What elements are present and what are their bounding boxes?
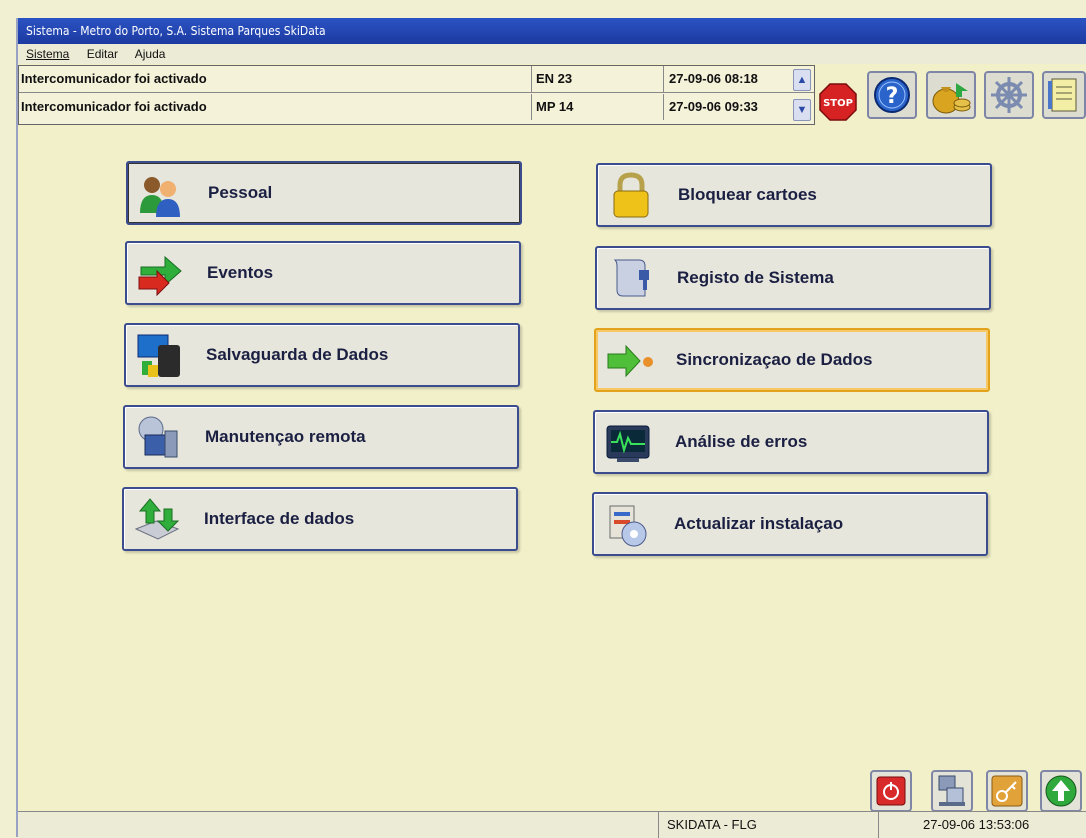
reports-button[interactable] (1042, 71, 1086, 119)
alert-row[interactable]: Intercomunicador foi activado EN 23 27-0… (19, 66, 814, 93)
stop-label: STOP (823, 98, 853, 109)
title-bar: Sistema - Metro do Porto, S.A. Sistema P… (18, 18, 1086, 44)
pessoal-button[interactable]: Pessoal (126, 161, 522, 225)
sync-arrow-icon (607, 344, 653, 378)
eventos-button[interactable]: Eventos (125, 241, 521, 305)
eventos-label: Eventos (207, 263, 274, 282)
help-label: ? (886, 84, 899, 109)
alert-time: 27-09-06 09:33 (663, 94, 789, 120)
main-window: Sistema - Metro do Porto, S.A. Sistema P… (16, 18, 1086, 838)
salvaguarda-label: Salvaguarda de Dados (206, 345, 389, 364)
sincronizacao-button[interactable]: Sincronizaçao de Dados (594, 328, 990, 392)
notes-icon (1048, 78, 1077, 112)
settings-button[interactable] (984, 71, 1034, 119)
people-icon (140, 177, 180, 217)
stop-sign-icon: STOP (819, 83, 857, 121)
power-icon (876, 776, 906, 806)
monitor-analysis-icon (606, 425, 650, 462)
status-datetime: 27-09-06 13:53:06 (878, 812, 1086, 838)
up-arrow-icon (1045, 775, 1077, 807)
salvaguarda-button[interactable]: Salvaguarda de Dados (124, 323, 520, 387)
bloquear-label: Bloquear cartoes (678, 185, 817, 204)
alert-message: Intercomunicador foi activado (21, 71, 207, 86)
alert-code: MP 14 (531, 94, 646, 120)
alert-message: Intercomunicador foi activado (21, 99, 207, 114)
manutencao-label: Manutençao remota (205, 427, 366, 446)
install-update-icon (609, 505, 647, 547)
pessoal-label: Pessoal (208, 183, 273, 202)
arrow-events-icon (138, 255, 182, 297)
scroll-down-button[interactable]: ▼ (793, 99, 811, 121)
registo-label: Registo de Sistema (677, 268, 834, 287)
interface-label: Interface de dados (204, 509, 355, 528)
alert-time: 27-09-06 08:18 (663, 66, 789, 92)
help-icon: ? (874, 77, 910, 113)
menu-sistema[interactable]: Sistema (26, 47, 69, 61)
key-icon (991, 775, 1023, 807)
analise-button[interactable]: Análise de erros (593, 410, 989, 474)
money-bag-icon (932, 83, 971, 114)
interface-button[interactable]: Interface de dados (122, 487, 518, 551)
actualizar-button[interactable]: Actualizar instalaçao (592, 492, 988, 556)
remote-maintenance-icon (138, 416, 178, 458)
data-interface-icon (134, 498, 180, 540)
menu-editar[interactable]: Editar (87, 47, 118, 61)
registo-button[interactable]: Registo de Sistema (595, 246, 991, 310)
up-button[interactable] (1040, 770, 1082, 812)
finance-button[interactable] (926, 71, 976, 119)
manutencao-button[interactable]: Manutençao remota (123, 405, 519, 469)
actualizar-label: Actualizar instalaçao (674, 514, 844, 533)
padlock-icon (613, 172, 649, 218)
scroll-log-icon (613, 259, 649, 297)
bloquear-button[interactable]: Bloquear cartoes (596, 163, 992, 227)
power-button[interactable] (870, 770, 912, 812)
scroll-up-button[interactable]: ▲ (793, 69, 811, 91)
alert-row[interactable]: Intercomunicador foi activado MP 14 27-0… (19, 94, 814, 120)
ship-wheel-icon (991, 77, 1027, 113)
key-button[interactable] (986, 770, 1028, 812)
alert-list[interactable]: Intercomunicador foi activado EN 23 27-0… (18, 65, 815, 125)
network-button[interactable] (931, 770, 973, 812)
status-bar: SKIDATA - FLG 27-09-06 13:53:06 (18, 811, 1086, 838)
network-computer-icon (938, 775, 965, 806)
sincronizacao-label: Sincronizaçao de Dados (676, 350, 873, 369)
backup-icon (137, 334, 180, 377)
analise-label: Análise de erros (675, 432, 808, 451)
window-title: Sistema - Metro do Porto, S.A. Sistema P… (26, 24, 326, 38)
help-button[interactable]: ? (867, 71, 917, 119)
menu-ajuda[interactable]: Ajuda (135, 47, 166, 61)
menu-bar: Sistema Editar Ajuda (18, 44, 1086, 64)
stop-button[interactable]: STOP (818, 82, 857, 121)
alert-code: EN 23 (531, 66, 646, 92)
status-system: SKIDATA - FLG (658, 812, 877, 838)
